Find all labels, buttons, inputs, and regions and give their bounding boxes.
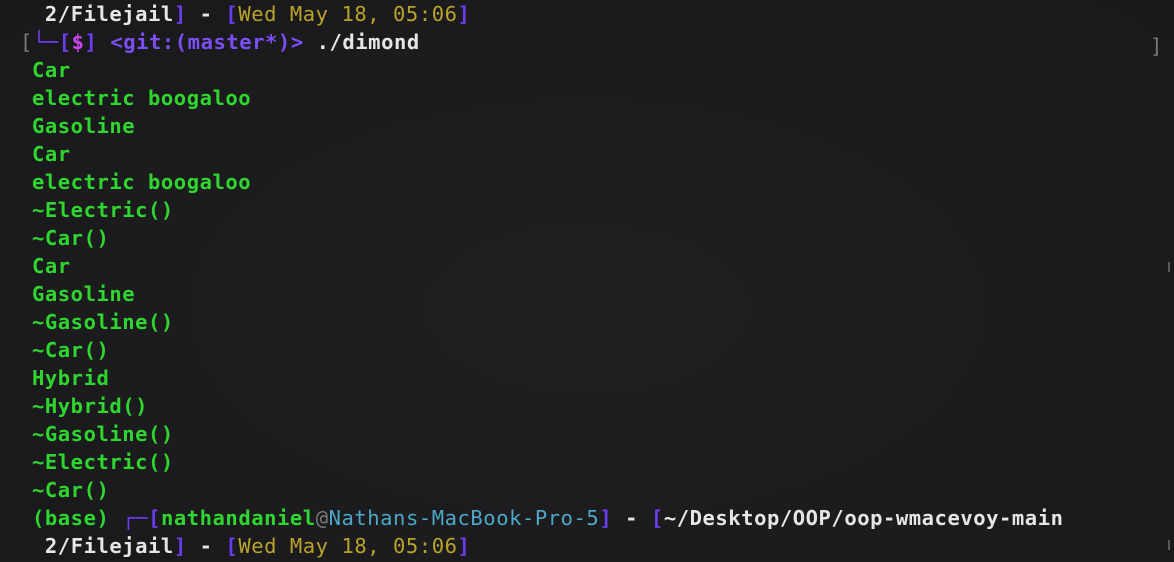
prompt-dash: - xyxy=(612,506,651,530)
conda-env: (base) xyxy=(32,506,110,530)
output-line: Car xyxy=(32,58,71,82)
git-branch-label: <git:(master*)> xyxy=(110,30,304,54)
status-dash: - xyxy=(186,534,226,558)
user-bracket-close: ] xyxy=(599,506,613,530)
outer-bracket-close: ] xyxy=(1150,34,1163,58)
prompt-bracket-open: [ xyxy=(58,30,72,54)
output-line: ~Car() xyxy=(32,338,110,362)
output-line: Car xyxy=(32,142,71,166)
output-line: Car xyxy=(32,254,71,278)
scroll-indicator xyxy=(1168,540,1170,550)
output-line: Hybrid xyxy=(32,366,110,390)
hostname: Nathans-MacBook-Pro-5 xyxy=(328,506,600,530)
path-bracket-open: [ xyxy=(650,506,664,530)
username: nathandaniel xyxy=(160,506,316,530)
command-line: [└─[$] <git:(master*)> ./dimond xyxy=(20,28,420,56)
output-line: Gasoline xyxy=(32,282,136,306)
output-line: ~Hybrid() xyxy=(32,394,149,418)
user-bracket-open: [ xyxy=(148,506,161,530)
session-name: 2/Filejail xyxy=(44,534,174,558)
datetime-text: Wed May 18, 05:06 xyxy=(238,2,458,26)
datetime-bracket-open: [ xyxy=(225,2,239,26)
command-text: ./dimond xyxy=(303,30,420,54)
output-line: ~Electric() xyxy=(32,450,174,474)
output-line: ~Gasoline() xyxy=(32,422,174,446)
terminal-window[interactable]: 2/Filejail] - [Wed May 18, 05:06] [└─[$]… xyxy=(0,0,1174,562)
outer-bracket-open: [ xyxy=(20,30,33,54)
datetime-text: Wed May 18, 05:06 xyxy=(238,534,458,558)
session-name: 2/Filejail xyxy=(44,2,174,26)
output-line: Gasoline xyxy=(32,114,136,138)
prompt-corner-top: ┌─ xyxy=(122,506,149,530)
output-line: ~Electric() xyxy=(32,198,174,222)
session-bracket-close: ] xyxy=(173,534,187,558)
at-sign: @ xyxy=(315,506,329,530)
session-bracket-close: ] xyxy=(173,2,187,26)
output-line: ~Car() xyxy=(32,478,110,502)
datetime-bracket-close: ] xyxy=(457,534,471,558)
prompt-corner: └─ xyxy=(32,30,59,54)
next-prompt-line: (base) ┌─[nathandaniel@Nathans-MacBook-P… xyxy=(32,504,1063,532)
bottom-status-line: 2/Filejail] - [Wed May 18, 05:06] xyxy=(32,532,470,560)
output-line: electric boogaloo xyxy=(32,86,252,110)
datetime-bracket-close: ] xyxy=(457,2,471,26)
top-status-line: 2/Filejail] - [Wed May 18, 05:06] xyxy=(32,0,470,28)
scroll-indicator xyxy=(1168,262,1170,272)
prompt-gap xyxy=(109,506,122,530)
datetime-bracket-open: [ xyxy=(225,534,239,558)
session-indent xyxy=(32,2,45,26)
output-line: ~Car() xyxy=(32,226,110,250)
prompt-bracket-close: ] xyxy=(84,30,98,54)
current-path: ~/Desktop/OOP/oop-wmacevoy-main xyxy=(663,506,1064,530)
output-line: ~Gasoline() xyxy=(32,310,174,334)
status-dash: - xyxy=(186,2,226,26)
output-line: electric boogaloo xyxy=(32,170,252,194)
session-indent xyxy=(32,534,45,558)
prompt-symbol: $ xyxy=(71,30,85,54)
